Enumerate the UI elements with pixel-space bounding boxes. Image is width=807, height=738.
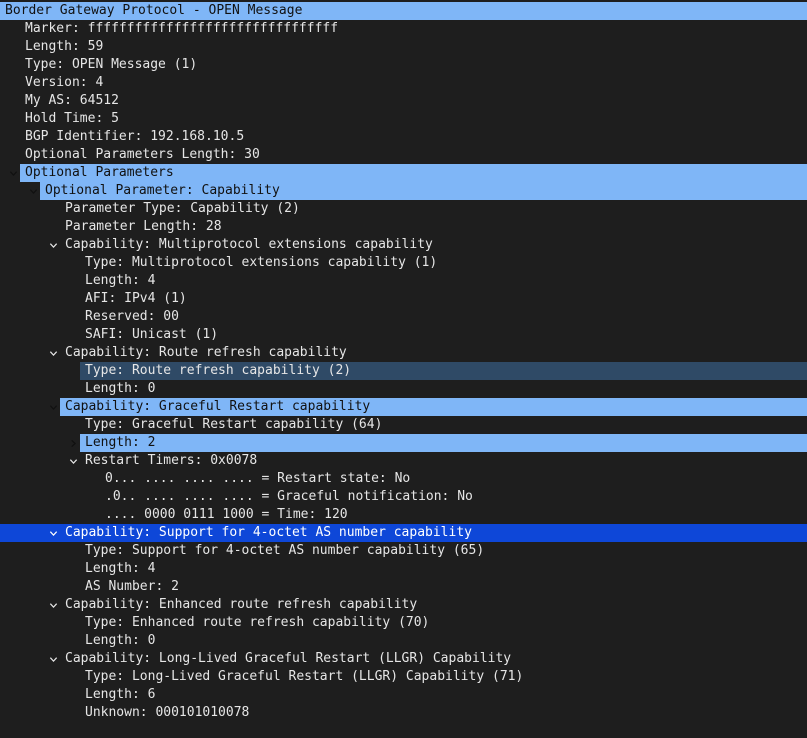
tree-row[interactable]: Type: Support for 4-octet AS number capa… xyxy=(0,542,807,560)
tree-row[interactable]: Length: 2 xyxy=(0,434,807,452)
tree-row[interactable]: Length: 4 xyxy=(0,272,807,290)
tree-row-label: Marker: ffffffffffffffffffffffffffffffff xyxy=(25,21,339,36)
chevron-down-icon[interactable] xyxy=(7,164,19,182)
tree-row-label: Reserved: 00 xyxy=(85,309,179,324)
tree-row-label: BGP Identifier: 192.168.10.5 xyxy=(25,129,245,144)
tree-row[interactable]: AFI: IPv4 (1) xyxy=(0,290,807,308)
chevron-down-icon[interactable] xyxy=(47,236,59,254)
tree-row-label: Optional Parameters Length: 30 xyxy=(25,147,260,162)
tree-row[interactable]: Capability: Support for 4-octet AS numbe… xyxy=(0,524,807,542)
tree-row-label: Length: 6 xyxy=(85,687,156,702)
chevron-down-icon[interactable] xyxy=(47,344,59,362)
tree-row-label: Type: Enhanced route refresh capability … xyxy=(85,615,430,630)
tree-row-label: Hold Time: 5 xyxy=(25,111,119,126)
tree-row[interactable]: Unknown: 000101010078 xyxy=(0,704,807,722)
tree-row[interactable]: Capability: Long-Lived Graceful Restart … xyxy=(0,650,807,668)
tree-row[interactable]: SAFI: Unicast (1) xyxy=(0,326,807,344)
chevron-down-icon[interactable] xyxy=(47,524,59,542)
tree-row[interactable]: Length: 0 xyxy=(0,632,807,650)
tree-row-label: Type: Support for 4-octet AS number capa… xyxy=(85,543,485,558)
tree-row-label: Version: 4 xyxy=(25,75,104,90)
chevron-down-icon[interactable] xyxy=(27,182,39,200)
tree-row-label: .... 0000 0111 1000 = Time: 120 xyxy=(105,507,348,522)
tree-row[interactable]: AS Number: 2 xyxy=(0,578,807,596)
tree-row[interactable]: Marker: ffffffffffffffffffffffffffffffff xyxy=(0,20,807,38)
tree-row[interactable]: Type: Graceful Restart capability (64) xyxy=(0,416,807,434)
tree-row[interactable]: Type: OPEN Message (1) xyxy=(0,56,807,74)
row-highlight xyxy=(80,434,807,452)
chevron-down-icon[interactable] xyxy=(47,650,59,668)
tree-row[interactable]: BGP Identifier: 192.168.10.5 xyxy=(0,128,807,146)
tree-row-label: Length: 59 xyxy=(25,39,104,54)
tree-row[interactable]: .... 0000 0111 1000 = Time: 120 xyxy=(0,506,807,524)
tree-row-label: Capability: Long-Lived Graceful Restart … xyxy=(65,651,512,666)
tree-row[interactable]: Hold Time: 5 xyxy=(0,110,807,128)
tree-row-label: AFI: IPv4 (1) xyxy=(85,291,187,306)
tree-row[interactable]: Length: 4 xyxy=(0,560,807,578)
chevron-down-icon[interactable] xyxy=(47,596,59,614)
tree-row-label: Capability: Support for 4-octet AS numbe… xyxy=(65,525,472,540)
tree-row[interactable]: Capability: Multiprotocol extensions cap… xyxy=(0,236,807,254)
tree-row-label: Type: Route refresh capability (2) xyxy=(85,363,352,378)
tree-row-label: Length: 0 xyxy=(85,381,156,396)
chevron-down-icon[interactable] xyxy=(47,398,59,416)
tree-row-label: Unknown: 000101010078 xyxy=(85,705,250,720)
tree-row[interactable]: Length: 59 xyxy=(0,38,807,56)
tree-row[interactable]: Optional Parameters xyxy=(0,164,807,182)
tree-row-label: 0... .... .... .... = Restart state: No xyxy=(105,471,411,486)
tree-row[interactable]: Type: Enhanced route refresh capability … xyxy=(0,614,807,632)
tree-row[interactable]: Capability: Enhanced route refresh capab… xyxy=(0,596,807,614)
tree-row[interactable]: Type: Long-Lived Graceful Restart (LLGR)… xyxy=(0,668,807,686)
tree-row[interactable]: Type: Multiprotocol extensions capabilit… xyxy=(0,254,807,272)
tree-row-label: .0.. .... .... .... = Graceful notificat… xyxy=(105,489,473,504)
tree-row[interactable]: Parameter Length: 28 xyxy=(0,218,807,236)
tree-row[interactable]: Version: 4 xyxy=(0,74,807,92)
tree-row[interactable]: Optional Parameters Length: 30 xyxy=(0,146,807,164)
tree-row-label: Length: 4 xyxy=(85,561,156,576)
tree-row-label: Restart Timers: 0x0078 xyxy=(85,453,258,468)
tree-row[interactable]: Capability: Route refresh capability xyxy=(0,344,807,362)
tree-row[interactable]: .0.. .... .... .... = Graceful notificat… xyxy=(0,488,807,506)
tree-row-label: Type: Multiprotocol extensions capabilit… xyxy=(85,255,438,270)
packet-detail-tree: Transmission Control Protocol, Src Port:… xyxy=(0,0,807,722)
tree-row[interactable]: Capability: Graceful Restart capability xyxy=(0,398,807,416)
tree-row-label: Optional Parameter: Capability xyxy=(45,183,280,198)
tree-row-label: Capability: Route refresh capability xyxy=(65,345,347,360)
tree-row-label: Length: 0 xyxy=(85,633,156,648)
tree-row-label: Capability: Graceful Restart capability xyxy=(65,399,371,414)
tree-row-label: AS Number: 2 xyxy=(85,579,179,594)
tree-row-label: Capability: Multiprotocol extensions cap… xyxy=(65,237,433,252)
chevron-right-icon[interactable] xyxy=(67,434,79,452)
tree-row-label: Parameter Type: Capability (2) xyxy=(65,201,300,216)
tree-row-label: Length: 2 xyxy=(85,435,156,450)
tree-row-label: Border Gateway Protocol - OPEN Message xyxy=(5,3,303,18)
tree-row[interactable]: Reserved: 00 xyxy=(0,308,807,326)
tree-row-label: Optional Parameters xyxy=(25,165,174,180)
tree-row-label: Length: 4 xyxy=(85,273,156,288)
tree-row-label: Capability: Enhanced route refresh capab… xyxy=(65,597,418,612)
tree-row[interactable]: Optional Parameter: Capability xyxy=(0,182,807,200)
tree-row[interactable]: My AS: 64512 xyxy=(0,92,807,110)
tree-row[interactable]: Length: 0 xyxy=(0,380,807,398)
chevron-down-icon[interactable] xyxy=(67,452,79,470)
tree-row-label: Type: Long-Lived Graceful Restart (LLGR)… xyxy=(85,669,524,684)
tree-row-label: Type: Graceful Restart capability (64) xyxy=(85,417,383,432)
tree-row-label: My AS: 64512 xyxy=(25,93,119,108)
tree-row[interactable]: Border Gateway Protocol - OPEN Message xyxy=(0,2,807,20)
tree-row-label: Type: OPEN Message (1) xyxy=(25,57,198,72)
tree-row-label: Parameter Length: 28 xyxy=(65,219,222,234)
tree-row[interactable]: Parameter Type: Capability (2) xyxy=(0,200,807,218)
tree-row[interactable]: Length: 6 xyxy=(0,686,807,704)
tree-row[interactable]: 0... .... .... .... = Restart state: No xyxy=(0,470,807,488)
tree-row[interactable]: Type: Route refresh capability (2) xyxy=(0,362,807,380)
tree-row[interactable]: Restart Timers: 0x0078 xyxy=(0,452,807,470)
tree-row-label: SAFI: Unicast (1) xyxy=(85,327,219,342)
